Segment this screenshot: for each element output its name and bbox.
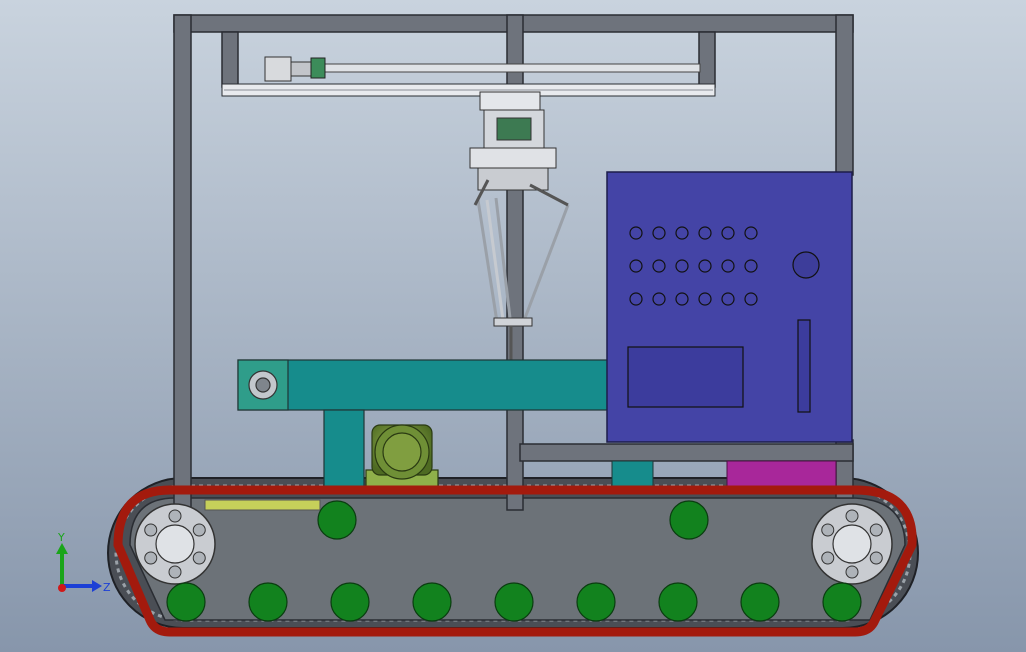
control-button[interactable]	[698, 292, 712, 306]
wheel-bolt	[168, 509, 182, 523]
control-button[interactable]	[652, 259, 666, 273]
rear-drive-wheel	[134, 503, 216, 585]
motor-fan-cover	[382, 432, 422, 472]
control-box	[606, 171, 853, 443]
gantry-right-hanger	[698, 31, 716, 88]
frame-left-post	[173, 14, 192, 511]
delta-mount-plate	[479, 91, 541, 111]
control-display-screen	[627, 346, 744, 408]
road-roller	[248, 582, 288, 622]
support-roller	[317, 500, 357, 540]
x-axis-dot	[58, 584, 66, 592]
road-roller	[822, 582, 862, 622]
control-button[interactable]	[675, 292, 689, 306]
road-roller	[576, 582, 616, 622]
control-button[interactable]	[698, 226, 712, 240]
support-roller	[669, 500, 709, 540]
frame-right-post-upper	[835, 14, 854, 176]
control-button[interactable]	[744, 259, 758, 273]
wheel-bolt	[845, 509, 859, 523]
cad-viewport[interactable]: Y Z	[0, 0, 1026, 652]
control-button[interactable]	[721, 292, 735, 306]
control-button[interactable]	[721, 259, 735, 273]
delta-actuator-hub	[477, 167, 549, 191]
road-roller	[330, 582, 370, 622]
wheel-bolt	[144, 551, 158, 565]
road-roller	[412, 582, 452, 622]
y-axis-label: Y	[57, 531, 65, 544]
delta-base-plate	[469, 147, 557, 169]
delta-drive-block	[496, 117, 532, 141]
control-button[interactable]	[629, 259, 643, 273]
control-button[interactable]	[698, 259, 712, 273]
control-button[interactable]	[652, 292, 666, 306]
control-button[interactable]	[675, 259, 689, 273]
wheel-bolt	[869, 523, 883, 537]
screw-bearing-block	[310, 57, 326, 79]
road-roller	[658, 582, 698, 622]
wheel-bolt	[845, 565, 859, 579]
conveyor-bearing-hub	[255, 377, 271, 393]
wheel-bolt	[192, 551, 206, 565]
control-button[interactable]	[629, 226, 643, 240]
control-slot-handle[interactable]	[797, 319, 811, 413]
road-roller	[740, 582, 780, 622]
control-button[interactable]	[675, 226, 689, 240]
wheel-bolt	[821, 551, 835, 565]
frame-lower-crossbeam	[519, 443, 854, 462]
gantry-left-hanger	[221, 31, 239, 88]
control-button[interactable]	[721, 226, 735, 240]
wheel-bolt	[821, 523, 835, 537]
control-button[interactable]	[629, 292, 643, 306]
front-drive-wheel	[811, 503, 893, 585]
wheel-bolt	[869, 551, 883, 565]
delta-end-effector	[493, 317, 533, 327]
road-roller	[494, 582, 534, 622]
drive-motor	[365, 424, 439, 491]
control-button[interactable]	[652, 226, 666, 240]
motor-coupler	[290, 61, 312, 77]
lead-screw	[299, 63, 701, 73]
wheel-bolt	[192, 523, 206, 537]
control-button[interactable]	[744, 292, 758, 306]
control-button[interactable]	[744, 226, 758, 240]
conveyor-support-leg	[323, 409, 365, 491]
control-knob[interactable]	[792, 251, 820, 279]
assembly-drawing: Y Z	[0, 0, 1026, 652]
stepper-motor	[264, 56, 292, 82]
conveyor-belt	[237, 359, 611, 411]
chassis-rail	[204, 499, 321, 511]
road-roller	[166, 582, 206, 622]
wheel-bolt	[168, 565, 182, 579]
wheel-bolt	[144, 523, 158, 537]
z-axis-label: Z	[103, 581, 111, 594]
